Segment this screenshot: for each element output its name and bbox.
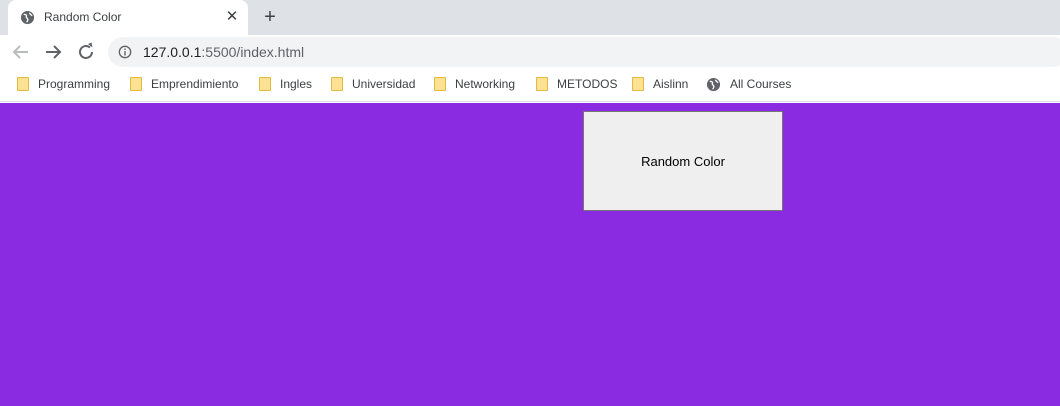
bookmark-label: Networking — [455, 77, 516, 91]
bookmark-label: Programming — [38, 77, 111, 91]
tab-strip: Random Color ✕ + — [0, 0, 1060, 35]
url-host: 127.0.0.1 — [143, 44, 202, 60]
bookmark-label: METODOS — [557, 77, 618, 91]
page-content: Random Color — [0, 103, 1060, 406]
close-icon[interactable]: ✕ — [224, 9, 240, 25]
folder-icon — [17, 77, 29, 91]
bookmark-label: Aislinn — [653, 77, 689, 91]
browser-toolbar: 127.0.0.1:5500/index.html — [0, 35, 1060, 69]
globe-icon — [706, 77, 721, 91]
info-icon[interactable] — [118, 45, 132, 59]
folder-icon — [331, 77, 343, 91]
bookmark-all-courses[interactable]: All Courses — [706, 69, 791, 99]
folder-icon — [434, 77, 446, 91]
folder-icon — [259, 77, 271, 91]
forward-arrow-icon[interactable] — [41, 40, 65, 64]
new-tab-button[interactable]: + — [259, 7, 281, 29]
url-path: :5500/index.html — [201, 44, 305, 60]
folder-icon — [536, 77, 548, 91]
bookmark-aislinn[interactable]: Aislinn — [632, 69, 688, 99]
reload-icon[interactable] — [74, 40, 98, 64]
random-color-button[interactable]: Random Color — [583, 111, 783, 211]
back-arrow-icon[interactable] — [9, 40, 33, 64]
globe-icon — [20, 10, 35, 25]
bookmark-ingles[interactable]: Ingles — [259, 69, 312, 99]
bookmark-label: Ingles — [280, 77, 313, 91]
bookmark-label: All Courses — [730, 77, 792, 91]
tab-random-color[interactable]: Random Color ✕ — [8, 0, 248, 35]
bookmark-universidad[interactable]: Universidad — [331, 69, 415, 99]
address-bar[interactable]: 127.0.0.1:5500/index.html — [108, 37, 1060, 67]
bookmark-metodos[interactable]: METODOS — [536, 69, 617, 99]
bookmark-networking[interactable]: Networking — [434, 69, 515, 99]
bookmark-emprendimiento[interactable]: Emprendimiento — [130, 69, 238, 99]
folder-icon — [632, 77, 644, 91]
tab-title: Random Color — [44, 10, 122, 24]
folder-icon — [130, 77, 142, 91]
url-text[interactable]: 127.0.0.1:5500/index.html — [143, 44, 304, 60]
bookmark-label: Universidad — [352, 77, 416, 91]
bookmarks-bar: Programming Emprendimiento Ingles Univer… — [0, 69, 1060, 102]
bookmark-programming[interactable]: Programming — [17, 69, 110, 99]
bookmark-label: Emprendimiento — [151, 77, 239, 91]
